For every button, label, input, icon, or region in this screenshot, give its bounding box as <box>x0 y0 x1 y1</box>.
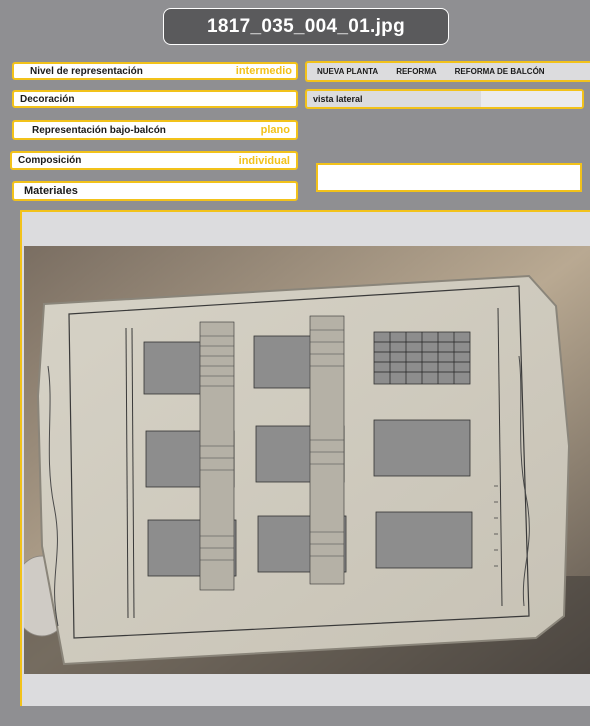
field-label-materiales: Materiales <box>24 185 78 197</box>
field-representacion-bajo-balcon[interactable]: Representación bajo-balcón plano <box>12 120 298 140</box>
notes-field[interactable] <box>316 163 582 192</box>
viewer-bottom-strip <box>24 674 590 706</box>
field-label-composicion: Composición <box>18 155 82 166</box>
view-selector[interactable]: vista lateral <box>305 89 584 109</box>
field-nivel-representacion[interactable]: Nivel de representación intermedio <box>12 62 298 80</box>
image-viewer <box>20 210 590 706</box>
field-value-bajo-balcon: plano <box>260 124 290 136</box>
field-materiales[interactable]: Materiales <box>12 181 298 201</box>
field-value-nivel: intermedio <box>235 65 292 77</box>
category-tabs: NUEVA PLANTA REFORMA REFORMA DE BALCÓN <box>305 61 590 82</box>
field-decoracion[interactable]: Decoración <box>12 90 298 108</box>
view-selector-fill <box>481 91 582 107</box>
document-photo[interactable] <box>24 246 590 674</box>
field-composicion[interactable]: Composición individual <box>10 151 298 170</box>
file-title: 1817_035_004_01.jpg <box>163 8 449 45</box>
tab-reforma-de-balcon[interactable]: REFORMA DE BALCÓN <box>446 67 554 76</box>
field-label-bajo-balcon: Representación bajo-balcón <box>32 124 166 136</box>
photo-illustration <box>24 246 590 674</box>
field-value-composicion: individual <box>238 154 290 167</box>
view-label: vista lateral <box>313 94 363 104</box>
tab-reforma[interactable]: REFORMA <box>387 67 445 76</box>
field-label-nivel: Nivel de representación <box>30 65 143 77</box>
field-label-decoracion: Decoración <box>20 93 75 105</box>
tab-nueva-planta[interactable]: NUEVA PLANTA <box>307 67 387 76</box>
